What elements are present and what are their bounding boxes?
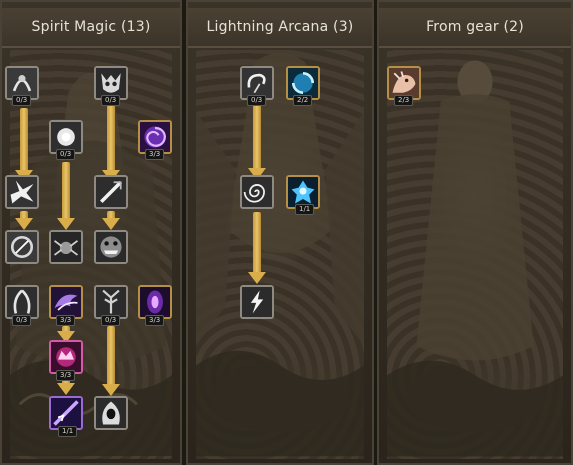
skill-link: [62, 162, 70, 224]
skill-link: [107, 326, 115, 388]
spider-demon-skill-icon[interactable]: [49, 230, 83, 264]
spirit-crown-skill-icon[interactable]: [49, 340, 83, 374]
link-arrow: [102, 218, 120, 230]
lightning-spear-skill-icon[interactable]: [49, 396, 83, 430]
skill-rank: 3/3: [145, 149, 165, 160]
skill-link: [253, 100, 261, 172]
skill-link: [107, 104, 115, 174]
skill-rank: 0/3: [12, 95, 32, 106]
sword-slash-skill-icon[interactable]: [94, 175, 128, 209]
skill-rank: 1/1: [295, 204, 315, 215]
lightning-arcana-panel: Lightning Arcana (3): [186, 0, 374, 465]
skill-link: [253, 212, 261, 276]
skill-rank: 3/3: [145, 315, 165, 326]
spirit-orb-skill-icon[interactable]: [5, 230, 39, 264]
explosion-skill-icon[interactable]: [5, 175, 39, 209]
skill-link: [20, 108, 28, 174]
skill-rank: 0/3: [247, 95, 267, 106]
link-arrow: [248, 272, 266, 284]
statue-art: [196, 52, 364, 457]
spirit-magic-title: Spirit Magic (13): [31, 19, 151, 35]
storm-wave-skill-icon[interactable]: [49, 285, 83, 319]
panel-background-art: [387, 50, 563, 459]
panel-header: Spirit Magic (13): [2, 8, 180, 48]
skill-rank: 0/3: [56, 149, 76, 160]
skill-rank: 3/3: [56, 315, 76, 326]
void-eye-skill-icon[interactable]: [138, 285, 172, 319]
shadow-tree-skill-icon[interactable]: [94, 285, 128, 319]
grinning-monster-skill-icon[interactable]: [94, 230, 128, 264]
hooded-reaper-skill-icon[interactable]: [94, 396, 128, 430]
spiral-skill-icon[interactable]: [240, 175, 274, 209]
skill-rank: 3/3: [56, 370, 76, 381]
link-arrow: [57, 383, 75, 395]
link-arrow: [15, 218, 33, 230]
wraith-skill-icon[interactable]: [5, 285, 39, 319]
link-arrow: [57, 218, 75, 230]
from-gear-title: From gear (2): [426, 19, 524, 35]
lightning-arcana-title: Lightning Arcana (3): [206, 19, 354, 35]
statue-art: [387, 60, 563, 457]
skill-rank: 0/3: [101, 95, 121, 106]
lightning-bolt-skill-icon[interactable]: [240, 285, 274, 319]
skill-rank: 0/3: [101, 315, 121, 326]
panel-header: Lightning Arcana (3): [188, 8, 372, 48]
panel-background-art: [196, 50, 364, 459]
link-arrow: [102, 384, 120, 396]
panel-header: From gear (2): [379, 8, 571, 48]
skill-rank: 0/3: [12, 315, 32, 326]
skill-rank: 1/1: [58, 426, 78, 437]
skill-rank: 2/3: [394, 95, 414, 106]
skill-rank: 2/2: [293, 95, 313, 106]
